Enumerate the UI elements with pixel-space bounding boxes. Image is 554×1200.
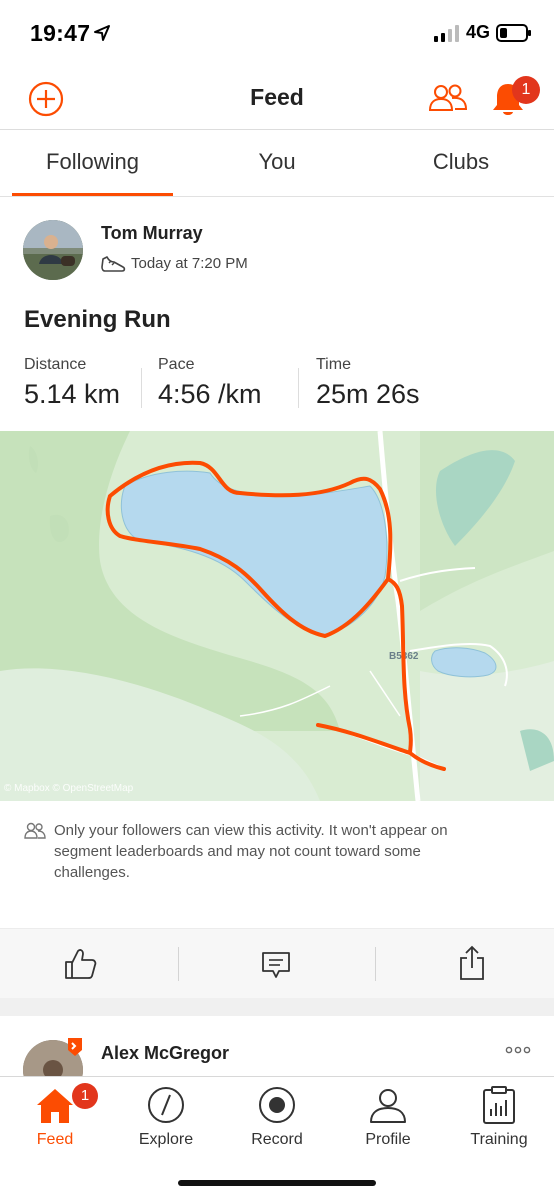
- stat-label: Pace: [158, 356, 195, 373]
- more-options-icon[interactable]: [505, 1044, 531, 1056]
- signal-icon: [434, 25, 459, 42]
- stat-label: Distance: [24, 356, 87, 373]
- shoe-icon: [101, 256, 126, 272]
- stat-label: Time: [316, 356, 351, 373]
- tab-following[interactable]: Following: [12, 149, 173, 175]
- tab-you[interactable]: You: [197, 149, 357, 175]
- status-time: 19:47: [30, 20, 91, 46]
- location-arrow-icon: [94, 25, 110, 41]
- status-bar: 19:47 4G: [0, 0, 554, 66]
- nav-label: Feed: [36, 1131, 74, 1148]
- stat-pace: Pace 4:56 /km: [158, 356, 262, 410]
- nav-item-explore[interactable]: Explore: [111, 1077, 221, 1157]
- network-type: 4G: [466, 22, 491, 42]
- share-button[interactable]: [458, 945, 486, 981]
- activity-title[interactable]: Evening Run: [24, 306, 171, 334]
- subscriber-badge-icon: [68, 1038, 82, 1056]
- stat-time: Time 25m 26s: [316, 356, 420, 410]
- nav-label: Record: [251, 1131, 303, 1148]
- active-tab-indicator: [12, 193, 173, 196]
- nav-badge: 1: [72, 1083, 98, 1109]
- kudos-button[interactable]: [62, 947, 98, 981]
- home-icon: [37, 1089, 73, 1123]
- tab-clubs[interactable]: Clubs: [381, 149, 541, 175]
- find-friends-button[interactable]: [428, 82, 468, 114]
- profile-icon: [370, 1089, 406, 1123]
- battery-icon: [496, 24, 531, 42]
- record-icon: [259, 1087, 295, 1123]
- feed-separator: [0, 998, 554, 1016]
- athlete-name[interactable]: Alex McGregor: [101, 1043, 229, 1064]
- action-divider: [178, 947, 179, 981]
- nav-item-profile[interactable]: Profile: [333, 1077, 443, 1157]
- training-icon: [483, 1086, 515, 1124]
- feed-header: Feed: [0, 66, 554, 130]
- page-title: Feed: [250, 84, 304, 110]
- feed-tabs: Following You Clubs: [0, 131, 554, 197]
- nav-item-training[interactable]: Training: [444, 1077, 554, 1157]
- nav-label: Explore: [138, 1131, 194, 1148]
- stat-distance: Distance 5.14 km: [24, 356, 120, 410]
- comment-button[interactable]: [260, 949, 292, 981]
- avatar[interactable]: [23, 220, 83, 280]
- privacy-note: Only your followers can view this activi…: [54, 822, 448, 881]
- followers-icon: [24, 822, 46, 839]
- stat-value: 4:56 /km: [158, 379, 262, 409]
- action-divider: [375, 947, 376, 981]
- stat-divider: [298, 368, 299, 408]
- notification-badge: 1: [512, 76, 540, 104]
- home-indicator[interactable]: [178, 1180, 376, 1186]
- map-attribution[interactable]: © Mapbox © OpenStreetMap: [4, 783, 133, 794]
- nav-item-record[interactable]: Record: [222, 1077, 332, 1157]
- activity-route-map[interactable]: B5362: [0, 431, 554, 801]
- nav-label: Profile: [365, 1131, 411, 1148]
- athlete-name[interactable]: Tom Murray: [101, 223, 203, 244]
- activity-actions: [0, 928, 554, 998]
- nav-label: Training: [470, 1131, 528, 1148]
- activity-timestamp: Today at 7:20 PM: [131, 255, 248, 272]
- nav-item-feed[interactable]: 1 Feed: [0, 1077, 110, 1157]
- compass-icon: [148, 1087, 184, 1123]
- stat-value: 5.14 km: [24, 379, 121, 409]
- stat-value: 25m 26s: [316, 379, 420, 409]
- stat-divider: [141, 368, 142, 408]
